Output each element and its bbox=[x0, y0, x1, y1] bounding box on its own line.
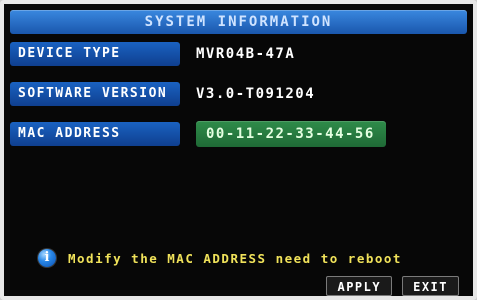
software-version-label: SOFTWARE VERSION bbox=[10, 82, 180, 106]
dialog-buttons: APPLY EXIT bbox=[326, 276, 459, 296]
exit-button[interactable]: EXIT bbox=[402, 276, 459, 296]
mac-address-label: MAC ADDRESS bbox=[10, 122, 180, 146]
device-type-value: MVR04B-47A bbox=[196, 46, 296, 62]
mac-address-row: MAC ADDRESS 00-11-22-33-44-56 bbox=[10, 121, 467, 147]
info-icon: i bbox=[38, 249, 56, 267]
window-title: SYSTEM INFORMATION bbox=[10, 10, 467, 34]
reboot-notice-text: Modify the MAC ADDRESS need to reboot bbox=[68, 250, 402, 266]
mac-address-input[interactable]: 00-11-22-33-44-56 bbox=[196, 121, 386, 147]
device-type-row: DEVICE TYPE MVR04B-47A bbox=[10, 42, 467, 66]
system-information-window: SYSTEM INFORMATION DEVICE TYPE MVR04B-47… bbox=[0, 0, 477, 300]
software-version-row: SOFTWARE VERSION V3.0-T091204 bbox=[10, 82, 467, 106]
apply-button[interactable]: APPLY bbox=[326, 276, 393, 296]
reboot-notice: i Modify the MAC ADDRESS need to reboot bbox=[38, 246, 463, 270]
software-version-value: V3.0-T091204 bbox=[196, 86, 316, 102]
device-type-label: DEVICE TYPE bbox=[10, 42, 180, 66]
